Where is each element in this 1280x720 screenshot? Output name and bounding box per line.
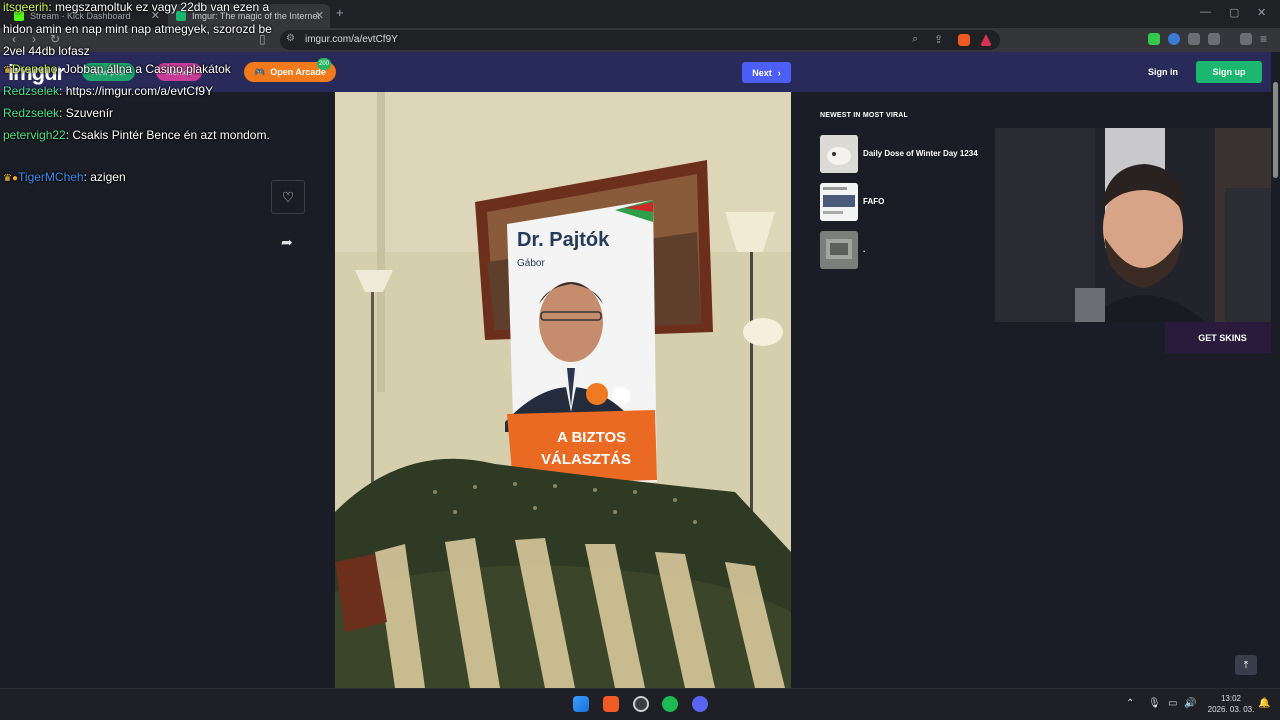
chat-message: petervigh22: Csakis Pintér Bence én azt … [3,124,283,146]
newest-in-most-viral-heading: NEWEST IN MOST VIRAL [820,112,908,119]
webcam-image [995,128,1280,322]
next-post-button[interactable]: Next › [742,62,791,83]
sign-up-button[interactable]: Sign up [1196,61,1262,83]
viral-item[interactable]: FAFO [820,183,995,221]
maximize-icon[interactable]: ▢ [1229,6,1239,19]
chat-username: itsgeerih [3,0,49,14]
chat-username: petervigh22 [3,128,66,142]
sign-up-label: Sign up [1212,67,1246,77]
chat-username: TigerMCheh [18,170,84,184]
page-scrollbar[interactable] [1271,52,1280,688]
poster-name: Dr. Pajtók [517,229,610,251]
chat-message: itsgeerih: megszamoltuk ez vagy 22db van… [3,0,283,62]
chat-text: : Csakis Pintér Bence én azt mondom. [65,128,270,142]
address-bar[interactable]: ⚙ imgur.com/a/evtCf9Y ⌕ ⇪ [280,30,1000,50]
new-tab-icon[interactable]: + [336,5,344,20]
close-tab-icon[interactable]: ✕ [315,9,324,22]
chat-text: : azigen [83,170,126,184]
scroll-to-top-button[interactable]: ⤒ [1235,655,1257,675]
extension-audio-icon[interactable] [1168,33,1180,45]
chat-text: : Jobban állna a Casino plakátok [57,62,231,76]
zoom-icon[interactable]: ⌕ [912,33,918,46]
viral-item[interactable]: . [820,231,995,269]
menu-icon[interactable]: ≡ [1260,32,1267,46]
heart-icon: ♡ [281,188,295,205]
get-skins-banner: GET SKINS [1165,322,1280,353]
discord-icon[interactable] [692,696,708,712]
arcade-badge: 200 [317,58,331,70]
minimize-icon[interactable]: — [1200,6,1211,18]
sidebar-icon[interactable] [1240,33,1252,45]
volume-icon[interactable]: 🔊 [1184,698,1196,709]
viral-item-title: . [863,245,866,254]
post-photo-drawing: Dr. Pajtók Gábor A BIZTOS VÁLASZTÁS [335,92,791,688]
viral-thumbnail [820,183,858,221]
site-info-icon[interactable]: ⚙ [286,33,295,44]
crown-icon: ♛ [3,65,12,76]
brave-rewards-icon[interactable] [980,34,992,46]
clock-time: 13:02 [1220,694,1242,703]
arrow-up-icon: ⤒ [1243,659,1249,671]
viral-item-title: Daily Dose of Winter Day 1234 [863,149,978,158]
chat-username: Redzselek [3,106,60,120]
share-arrow-icon[interactable]: ➦ [281,234,293,251]
next-label: Next [752,67,772,78]
viral-thumbnail [820,231,858,269]
chat-text: : https://imgur.com/a/evtCf9Y [59,84,214,98]
post-image[interactable]: Dr. Pajtók Gábor A BIZTOS VÁLASZTÁS [335,92,791,688]
taskbar-clock[interactable]: 13:02 2026. 03. 03. [1203,693,1259,715]
viral-item[interactable]: Daily Dose of Winter Day 1234 [820,135,995,173]
url-text: imgur.com/a/evtCf9Y [305,34,398,45]
clock-date: 2026. 03. 03. [1207,705,1255,714]
extensions-puzzle-icon[interactable] [1188,33,1200,45]
chat-message: Redzselek: https://imgur.com/a/evtCf9Y [3,80,283,102]
poster-slogan-1: A BIZTOS [557,429,626,446]
chevron-right-icon: › [777,67,781,78]
obs-icon[interactable] [633,696,649,712]
notifications-icon[interactable]: 🔔 [1258,698,1270,709]
share-icon[interactable]: ⇪ [934,33,943,46]
chat-message: ♛Drencho: Jobban állna a Casino plakátok [3,58,283,82]
close-window-icon[interactable]: ✕ [1257,6,1266,19]
viral-item-title: FAFO [863,197,885,206]
webcam-overlay [995,128,1280,322]
poster-first-name: Gábor [517,258,545,269]
viral-thumbnail [820,135,858,173]
tray-overflow-icon[interactable]: ⌃ [1126,698,1134,709]
extension-green-icon[interactable] [1148,33,1160,45]
scrollbar-thumb[interactable] [1273,82,1278,178]
network-icon[interactable]: ▭ [1168,698,1177,709]
windows-start-icon[interactable] [573,696,589,712]
brave-browser-icon[interactable] [603,696,619,712]
sign-in-link[interactable]: Sign in [1148,67,1178,77]
brave-shields-icon[interactable] [958,34,970,46]
poster-slogan-2: VÁLASZTÁS [541,451,631,468]
spotify-icon[interactable] [662,696,678,712]
chat-text: : Szuvenír [59,106,114,120]
chat-message: Redzselek: Szuvenír [3,102,283,124]
chat-username: Redzselek [3,84,60,98]
get-skins-label: GET SKINS [1198,332,1247,343]
chat-username: Drencho [11,62,58,76]
chat-message: ♛●TigerMCheh: azigen [3,166,283,190]
crown-icon: ♛ [3,173,12,184]
microphone-icon[interactable]: 🎙 [1148,698,1161,709]
extension-screen-icon[interactable] [1208,33,1220,45]
